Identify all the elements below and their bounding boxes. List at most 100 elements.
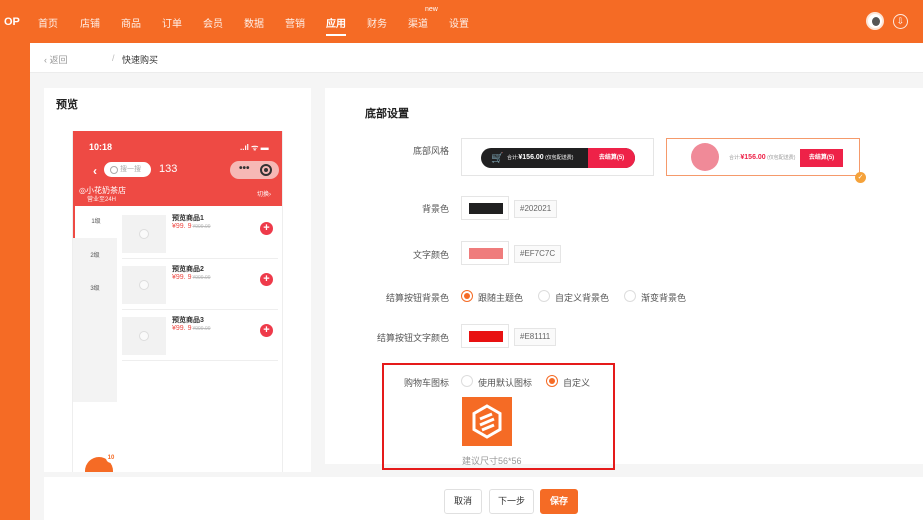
style-option-dark[interactable]: 🛒 合计:¥156.00 (仅包配送费) 去结算(5): [461, 138, 654, 176]
nav-item-apps[interactable]: 应用: [326, 15, 346, 36]
product-name: 预览商品2: [172, 266, 204, 273]
style-option-light[interactable]: 合计:¥156.00 (仅包配送费) 去结算(5): [666, 138, 860, 176]
cart-icon: 🛒: [491, 153, 504, 164]
product-image: [122, 317, 166, 355]
preview-title: 预览: [56, 99, 78, 111]
nav-item-home[interactable]: 首页: [38, 15, 58, 30]
add-to-cart-icon: +: [260, 273, 273, 286]
location-icon: ◎: [79, 186, 86, 195]
radio-custom-bg-label: 自定义背景色: [555, 293, 610, 303]
product-price: ¥99. 9¥999.99: [172, 325, 211, 332]
more-icon: •••: [239, 163, 250, 174]
bottom-style-label: 底部风格: [412, 146, 449, 156]
divider: [122, 360, 278, 361]
nav-item-products[interactable]: 商品: [121, 15, 141, 30]
back-label: 返回: [49, 55, 68, 65]
checkout-text-color-label: 结算按钮文字颜色: [376, 333, 449, 343]
download-icon[interactable]: ⇩: [893, 14, 908, 29]
category-item: 3级: [90, 286, 100, 292]
product-item: 预览商品2 ¥99. 9¥999.99 +: [122, 259, 277, 309]
breadcrumb-separator: /: [112, 53, 115, 63]
breadcrumb: ‹ 返回 / 快速购买: [30, 43, 923, 73]
radio-default-icon-label: 使用默认图标: [478, 378, 533, 388]
price-value: ¥99. 9: [172, 223, 192, 230]
text-color-value: #EF7C7C: [514, 245, 562, 263]
side-strip: [0, 43, 30, 520]
nav-item-settings[interactable]: 设置: [449, 15, 469, 30]
next-button[interactable]: 下一步: [489, 489, 534, 514]
checkout-text-color-value: #E81111: [514, 328, 557, 346]
hexagon-logo-icon: [472, 404, 502, 439]
phone-count: 133: [159, 163, 178, 175]
add-to-cart-icon: +: [260, 324, 273, 337]
original-price: ¥999.99: [192, 224, 211, 230]
cancel-button[interactable]: 取消: [444, 489, 482, 514]
product-name: 预览商品1: [172, 215, 204, 222]
radio-follow-theme-label: 跟随主题色: [478, 293, 524, 303]
fee-note: (仅包配送费): [767, 155, 796, 161]
custom-cart-icon[interactable]: [462, 397, 512, 446]
nav-item-members[interactable]: 会员: [203, 15, 223, 30]
product-item: 预览商品1 ¥99. 9¥999.99 +: [122, 208, 277, 258]
check-icon: ✓: [855, 172, 866, 183]
top-nav: OP 首页 店铺 商品 订单 会员 数据 营销 应用 财务 渠道 new 设置 …: [0, 0, 923, 43]
radio-custom-icon-label: 自定义: [563, 378, 591, 388]
miniapp-capsule: •••: [230, 161, 279, 179]
breadcrumb-current: 快速购买: [122, 55, 159, 65]
add-to-cart-icon: +: [260, 222, 273, 235]
nav-item-data[interactable]: 数据: [244, 15, 264, 30]
bg-color-picker[interactable]: [461, 196, 509, 220]
original-price: ¥999.99: [192, 275, 211, 281]
cart-badge: 10: [106, 453, 116, 463]
phone-header: 10:18 ..ıl ᯤ ▬ ‹ 搜一搜 133 ••• ◎小花奶茶店 营业至2…: [73, 131, 282, 206]
avatar[interactable]: [866, 12, 884, 30]
checkout-bg-label: 结算按钮背景色: [385, 293, 449, 303]
bg-color-value: #202021: [514, 200, 558, 218]
phone-time: 10:18: [89, 142, 113, 152]
product-price: ¥99. 9¥999.99: [172, 274, 211, 281]
cart-icon-label: 购物车图标: [403, 378, 449, 388]
checkout-preview: 去结算(5): [588, 148, 635, 168]
radio-custom-icon[interactable]: [546, 375, 558, 387]
radio-gradient-bg[interactable]: [624, 290, 636, 302]
category-item: 1级: [73, 206, 117, 238]
product-name: 预览商品3: [172, 317, 204, 324]
new-badge: new: [425, 6, 438, 13]
switch-store: 切换›: [257, 192, 272, 198]
style-preview-light: 合计:¥156.00 (仅包配送费) 去结算(5): [691, 143, 844, 173]
store-hours: 营业至24H: [87, 197, 117, 203]
radio-default-icon[interactable]: [461, 375, 473, 387]
total-text: 合计:¥156.00 (仅包配送费): [507, 154, 573, 161]
style-preview-dark: 🛒 合计:¥156.00 (仅包配送费) 去结算(5): [481, 148, 635, 168]
phone-search-input: 搜一搜: [104, 162, 151, 177]
radio-custom-bg[interactable]: [538, 290, 550, 302]
text-color-picker[interactable]: [461, 241, 509, 265]
nav-item-orders[interactable]: 订单: [162, 15, 182, 30]
nav-item-store[interactable]: 店铺: [80, 15, 100, 30]
switch-label: 切换: [257, 192, 270, 198]
product-item: 预览商品3 ¥99. 9¥999.99 +: [122, 310, 277, 360]
save-button[interactable]: 保存: [540, 489, 578, 514]
radio-follow-theme[interactable]: [461, 290, 473, 302]
text-color-label: 文字颜色: [412, 250, 449, 260]
checkout-text-color-picker[interactable]: [461, 324, 509, 348]
logo: OP: [4, 16, 20, 28]
nav-item-marketing[interactable]: 营销: [285, 15, 305, 30]
product-image: [122, 215, 166, 253]
price-value: ¥99. 9: [172, 325, 192, 332]
price-value: ¥99. 9: [172, 274, 192, 281]
close-target-icon: [260, 164, 272, 176]
checkout-preview: 去结算(5): [800, 149, 843, 167]
checkout-text-color-swatch: [469, 331, 503, 342]
nav-item-channels[interactable]: 渠道: [408, 15, 428, 30]
original-price: ¥999.99: [192, 326, 211, 332]
text-color-swatch: [469, 248, 503, 259]
settings-title: 底部设置: [365, 108, 409, 120]
category-item: 2级: [90, 253, 100, 259]
back-link[interactable]: ‹ 返回: [44, 53, 68, 66]
bg-color-label: 背景色: [421, 204, 449, 214]
fee-note: (仅包配送费): [545, 155, 574, 161]
signal-battery-icon: ..ıl ᯤ ▬: [240, 143, 269, 152]
chevron-left-icon: ‹: [93, 164, 97, 178]
nav-item-finance[interactable]: 财务: [367, 15, 387, 30]
